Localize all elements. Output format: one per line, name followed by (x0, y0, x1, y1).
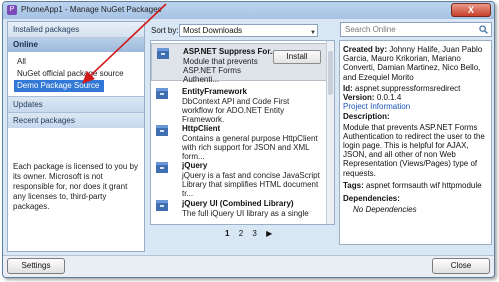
title-bar[interactable]: P PhoneApp1 - Manage NuGet Packages X (3, 2, 494, 19)
package-icon (156, 162, 168, 173)
window-title: PhoneApp1 - Manage NuGet Packages (21, 5, 162, 14)
search-input[interactable]: Search Online (340, 22, 492, 37)
app-icon: P (7, 5, 17, 15)
sort-value: Most Downloads (183, 26, 243, 35)
description-label: Description: (343, 112, 390, 122)
created-by-label: Created by: (343, 45, 388, 54)
package-icon (157, 48, 169, 59)
pager: 1 2 3 ▶ (225, 229, 279, 238)
package-description: DbContext API and Code First workflow fo… (182, 97, 290, 124)
tags-value: aspnet formsauth wif httpmodule (365, 180, 482, 190)
package-details: Created by: Johnny Halife, Juan Pablo Ga… (339, 40, 492, 245)
source-item-all[interactable]: All (8, 56, 144, 68)
package-item-httpclient[interactable]: HttpClient Contains a general purpose Ht… (151, 121, 327, 161)
dependencies-value: No Dependencies (353, 205, 417, 215)
page-1-link[interactable]: 1 (225, 229, 229, 238)
license-notice: Each package is licensed to you by its o… (13, 162, 138, 211)
package-icon (156, 88, 168, 99)
description-value: Module that prevents ASP.NET Forms Authe… (343, 122, 485, 178)
tags-row: Tags: aspnet formsauth wif httpmodule (343, 181, 488, 190)
package-description: The full iQuery UI library as a single (182, 209, 309, 218)
version-value: 0.0.1.4 (376, 93, 402, 103)
version-label: Version: (343, 93, 375, 103)
chevron-down-icon: ▼ (310, 30, 316, 36)
recent-packages-section[interactable]: Recent packages (8, 112, 144, 128)
close-button[interactable]: Close (432, 258, 490, 274)
page-3-link[interactable]: 3 (252, 229, 256, 238)
updates-section[interactable]: Updates (8, 96, 144, 112)
id-value: aspnet.suppressformsredirect (355, 83, 461, 93)
package-title: EntityFramework (182, 87, 247, 96)
package-list-scrollbar[interactable] (326, 41, 334, 224)
install-button[interactable]: Install (273, 50, 321, 64)
bottom-bar: Settings Close (3, 255, 494, 277)
package-title: jQuery UI (Combined Library) (182, 199, 294, 208)
search-placeholder: Search Online (345, 25, 396, 34)
source-item-demo[interactable]: Demo Package Source (14, 80, 104, 92)
dependencies-label: Dependencies: (343, 194, 400, 204)
tags-label: Tags: (343, 180, 364, 190)
id-row: Id: aspnet.suppressformsredirect (343, 84, 488, 93)
version-row: Version: 0.0.1.4 (343, 93, 488, 102)
package-description: jQuery is a fast and concise JavaScript … (182, 171, 320, 198)
package-title: HttpClient (182, 124, 221, 133)
package-title: ASP.NET Suppress For... (183, 47, 277, 56)
source-item-nuget-official[interactable]: NuGet official package source (8, 68, 144, 80)
installed-packages-section[interactable]: Installed packages (8, 22, 144, 38)
project-information-link[interactable]: Project Information (343, 102, 488, 111)
search-icon[interactable] (479, 25, 488, 34)
package-description: Contains a general purpose HttpClient wi… (182, 134, 318, 161)
package-item-jquery-ui[interactable]: jQuery UI (Combined Library) The full iQ… (151, 196, 327, 224)
online-section[interactable]: Online (8, 38, 144, 52)
package-title: jQuery (182, 161, 208, 170)
package-item-aspnet-suppress[interactable]: ASP.NET Suppress For... Module that prev… (151, 43, 327, 84)
created-by-row: Created by: Johnny Halife, Juan Pablo Ga… (343, 45, 488, 82)
page-2-link[interactable]: 2 (239, 229, 243, 238)
sort-bar: Sort by: Most Downloads ▼ (150, 24, 340, 38)
next-page-icon[interactable]: ▶ (266, 229, 272, 238)
package-item-entityframework[interactable]: EntityFramework DbContext API and Code F… (151, 84, 327, 124)
scrollbar-thumb[interactable] (328, 51, 333, 95)
sort-dropdown[interactable]: Most Downloads ▼ (179, 24, 318, 37)
sort-label: Sort by: (151, 26, 179, 35)
settings-button[interactable]: Settings (7, 258, 65, 274)
package-icon (156, 125, 168, 136)
package-icon (156, 200, 168, 211)
nuget-dialog-window: P PhoneApp1 - Manage NuGet Packages X In… (2, 1, 495, 278)
source-panel: Installed packages Online All NuGet offi… (7, 21, 145, 252)
id-label: Id: (343, 83, 353, 93)
package-description: Module that prevents ASP.NET Forms Authe… (183, 57, 258, 84)
package-item-jquery[interactable]: jQuery jQuery is a fast and concise Java… (151, 158, 327, 198)
close-window-button[interactable]: X (451, 3, 491, 17)
package-list: ASP.NET Suppress For... Module that prev… (150, 40, 335, 225)
